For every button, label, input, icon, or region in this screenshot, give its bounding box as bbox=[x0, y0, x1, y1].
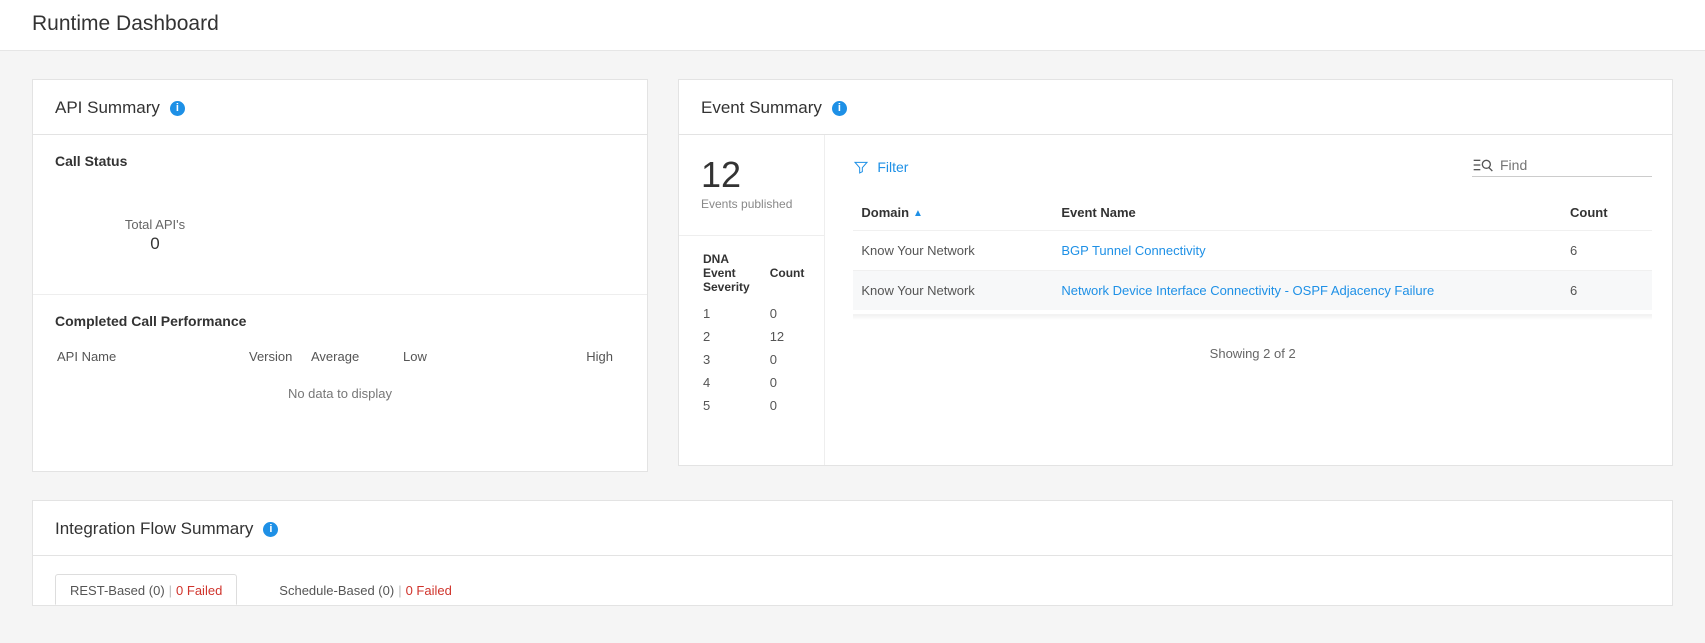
cell-domain: Know Your Network bbox=[853, 231, 1053, 271]
dashboard-content: API Summary i Call Status Total API's 0 … bbox=[0, 51, 1705, 472]
integration-tabs: REST-Based (0)|0 Failed Schedule-Based (… bbox=[33, 556, 1672, 605]
info-icon[interactable]: i bbox=[170, 101, 185, 116]
sev-count: 12 bbox=[770, 326, 823, 347]
info-icon[interactable]: i bbox=[263, 522, 278, 537]
tab-label: REST-Based (0) bbox=[70, 583, 165, 598]
col-severity: DNA Event Severity bbox=[703, 252, 768, 301]
call-status-heading: Call Status bbox=[55, 153, 625, 169]
col-high[interactable]: High bbox=[525, 349, 623, 372]
severity-row: 40 bbox=[703, 372, 822, 393]
severity-row: 212 bbox=[703, 326, 822, 347]
filter-button[interactable]: Filter bbox=[853, 159, 908, 175]
event-summary-card: Event Summary i 12 Events published DNA … bbox=[678, 79, 1673, 466]
api-summary-title: API Summary bbox=[55, 98, 160, 118]
table-row: Know Your Network Network Device Interfa… bbox=[853, 271, 1652, 311]
divider bbox=[33, 294, 647, 295]
no-data-message: No data to display bbox=[55, 374, 625, 441]
col-count: Count bbox=[770, 252, 823, 301]
sev-level: 3 bbox=[703, 349, 768, 370]
filter-find-row: Filter bbox=[853, 157, 1652, 177]
sev-level: 2 bbox=[703, 326, 768, 347]
event-summary-title: Event Summary bbox=[701, 98, 822, 118]
cell-count: 6 bbox=[1562, 271, 1652, 311]
severity-table: DNA Event Severity Count 10 212 30 40 50 bbox=[701, 250, 824, 418]
showing-text: Showing 2 of 2 bbox=[853, 320, 1652, 367]
col-event-name[interactable]: Event Name bbox=[1053, 195, 1562, 231]
sev-count: 0 bbox=[770, 303, 823, 324]
sev-level: 5 bbox=[703, 395, 768, 416]
right-column: Event Summary i 12 Events published DNA … bbox=[678, 79, 1673, 472]
event-right-panel: Filter bbox=[824, 135, 1672, 465]
api-summary-card: API Summary i Call Status Total API's 0 … bbox=[32, 79, 648, 472]
total-apis-block: Total API's 0 bbox=[55, 217, 255, 254]
completed-call-performance-table: API Name Version Average Low High bbox=[55, 347, 625, 374]
event-name-link[interactable]: Network Device Interface Connectivity - … bbox=[1061, 283, 1434, 298]
tab-failed-count: 0 Failed bbox=[176, 583, 222, 598]
total-apis-label: Total API's bbox=[55, 217, 255, 232]
page-header: Runtime Dashboard bbox=[0, 0, 1705, 51]
sev-count: 0 bbox=[770, 395, 823, 416]
col-api-name[interactable]: API Name bbox=[57, 349, 247, 372]
api-summary-body: Call Status Total API's 0 Completed Call… bbox=[33, 135, 647, 471]
col-low[interactable]: Low bbox=[403, 349, 523, 372]
severity-row: 10 bbox=[703, 303, 822, 324]
list-search-icon bbox=[1472, 157, 1494, 173]
severity-row: 30 bbox=[703, 349, 822, 370]
tab-rest-based[interactable]: REST-Based (0)|0 Failed bbox=[55, 574, 237, 605]
info-icon[interactable]: i bbox=[832, 101, 847, 116]
sev-count: 0 bbox=[770, 349, 823, 370]
cell-count: 6 bbox=[1562, 231, 1652, 271]
col-domain[interactable]: Domain▲ bbox=[853, 195, 1053, 231]
sev-count: 0 bbox=[770, 372, 823, 393]
events-table: Domain▲ Event Name Count Know Your Netwo… bbox=[853, 195, 1652, 310]
table-row: Know Your Network BGP Tunnel Connectivit… bbox=[853, 231, 1652, 271]
sev-level: 1 bbox=[703, 303, 768, 324]
sort-asc-icon: ▲ bbox=[913, 208, 923, 219]
col-version[interactable]: Version bbox=[249, 349, 309, 372]
filter-label: Filter bbox=[877, 159, 908, 175]
sev-level: 4 bbox=[703, 372, 768, 393]
left-column: API Summary i Call Status Total API's 0 … bbox=[32, 79, 648, 472]
severity-row: 50 bbox=[703, 395, 822, 416]
integration-flow-title: Integration Flow Summary bbox=[55, 519, 253, 539]
total-apis-value: 0 bbox=[55, 234, 255, 254]
events-published-label: Events published bbox=[701, 197, 824, 213]
col-average[interactable]: Average bbox=[311, 349, 401, 372]
events-count: 12 bbox=[701, 157, 824, 193]
cell-domain: Know Your Network bbox=[853, 271, 1053, 311]
tab-failed-count: 0 Failed bbox=[406, 583, 452, 598]
find-wrap bbox=[1472, 157, 1652, 177]
api-summary-header: API Summary i bbox=[33, 80, 647, 135]
tab-label: Schedule-Based (0) bbox=[279, 583, 394, 598]
event-summary-body: 12 Events published DNA Event Severity C… bbox=[679, 135, 1672, 465]
filter-icon bbox=[853, 159, 869, 175]
integration-flow-card: Integration Flow Summary i REST-Based (0… bbox=[32, 500, 1673, 606]
event-name-link[interactable]: BGP Tunnel Connectivity bbox=[1061, 243, 1205, 258]
find-input[interactable] bbox=[1500, 157, 1640, 173]
tab-schedule-based[interactable]: Schedule-Based (0)|0 Failed bbox=[265, 575, 466, 604]
integration-flow-header: Integration Flow Summary i bbox=[33, 501, 1672, 556]
divider bbox=[679, 235, 824, 236]
event-summary-header: Event Summary i bbox=[679, 80, 1672, 135]
event-left-panel: 12 Events published DNA Event Severity C… bbox=[679, 135, 824, 465]
page-title: Runtime Dashboard bbox=[32, 12, 1673, 36]
col-count[interactable]: Count bbox=[1562, 195, 1652, 231]
completed-call-performance-heading: Completed Call Performance bbox=[55, 313, 625, 329]
